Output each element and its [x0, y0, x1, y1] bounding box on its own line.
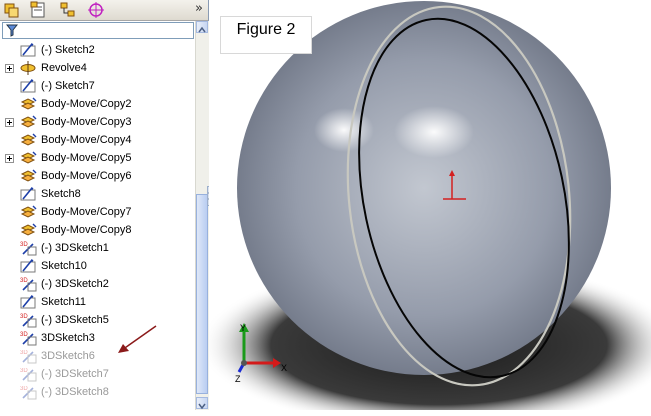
feature-tree-item[interactable]: Body-Move/Copy2 [0, 95, 196, 113]
feature-tree-item[interactable]: 3D (-) 3DSketch5 [0, 311, 196, 329]
svg-text:3D: 3D [20, 332, 28, 338]
feature-tree-item-label: (-) Sketch7 [41, 80, 95, 92]
configuration-manager-icon[interactable] [58, 1, 78, 19]
feature-tree-item-label: Sketch11 [41, 296, 87, 308]
feature-tree-item-label: (-) 3DSketch5 [41, 314, 109, 326]
tree-filter-row [0, 21, 196, 39]
feature-tree-item-label: (-) Sketch2 [41, 44, 95, 56]
sketch-icon [20, 186, 37, 202]
svg-text:3D: 3D [20, 314, 28, 320]
svg-text:3D: 3D [20, 368, 28, 374]
feature-tree-item-label: (-) 3DSketch8 [41, 386, 109, 398]
sphere-body [237, 1, 611, 375]
scroll-thumb[interactable] [196, 194, 208, 394]
svg-text:3D: 3D [20, 386, 28, 392]
feature-tree-item-label: Body-Move/Copy5 [41, 152, 132, 164]
feature-tree-item[interactable]: Body-Move/Copy4 [0, 131, 196, 149]
feature-tree-item-label: Sketch10 [41, 260, 87, 272]
feature-manager-panel: » (-) Sketch2 Revolve4 (-) Sketch7 Body-Mov… [0, 0, 209, 410]
feature-tree-item[interactable]: Body-Move/Copy6 [0, 167, 196, 185]
revolve-icon [20, 60, 37, 76]
body-move-copy-icon [20, 96, 37, 112]
property-manager-icon[interactable] [28, 1, 48, 19]
feature-tree-item[interactable]: Sketch11 [0, 293, 196, 311]
feature-tree-item[interactable]: Body-Move/Copy8 [0, 221, 196, 239]
feature-tree-item[interactable]: 3D 3DSketch3 [0, 329, 196, 347]
body-move-copy-icon [20, 222, 37, 238]
feature-tree-item[interactable]: Body-Move/Copy7 [0, 203, 196, 221]
feature-tree-item-label: Body-Move/Copy3 [41, 116, 132, 128]
sketch-icon [20, 42, 37, 58]
feature-tree-item-label: (-) 3DSketch2 [41, 278, 109, 290]
scroll-down-button[interactable] [196, 397, 208, 410]
body-move-copy-icon [20, 168, 37, 184]
svg-text:3D: 3D [20, 350, 28, 356]
chevron-up-icon [198, 26, 206, 33]
body-move-copy-icon [20, 132, 37, 148]
body-move-copy-icon [20, 114, 37, 130]
funnel-icon [6, 24, 18, 37]
sketch-icon [20, 294, 37, 310]
svg-text:3D: 3D [20, 278, 28, 284]
feature-tree-item-label: Body-Move/Copy8 [41, 224, 132, 236]
feature-tree-item[interactable]: Revolve4 [0, 59, 196, 77]
feature-tree-item-label: Revolve4 [41, 62, 87, 74]
graphics-viewport[interactable]: Y X Z Figure 2 [209, 0, 651, 410]
3d-sketch-icon: 3D [20, 348, 37, 364]
feature-tree-item-label: Sketch8 [41, 188, 81, 200]
feature-tree-item[interactable]: (-) Sketch2 [0, 41, 196, 59]
feature-tree-item-label: Body-Move/Copy7 [41, 206, 132, 218]
tree-filter-box[interactable] [2, 22, 194, 39]
sphere-highlight [394, 106, 474, 158]
feature-tree-item[interactable]: (-) Sketch7 [0, 77, 196, 95]
sketch-icon [20, 258, 37, 274]
feature-tree-item-label: (-) 3DSketch1 [41, 242, 109, 254]
sphere-highlight [314, 108, 374, 152]
svg-text:3D: 3D [20, 242, 28, 248]
tree-scrollbar[interactable] [195, 21, 209, 410]
feature-tree-icon[interactable] [2, 1, 22, 19]
3d-sketch-icon: 3D [20, 276, 37, 292]
feature-tree-item[interactable]: Body-Move/Copy5 [0, 149, 196, 167]
sketch-icon [20, 78, 37, 94]
feature-tree-item-label: Body-Move/Copy6 [41, 170, 132, 182]
feature-tree-item-label: Body-Move/Copy2 [41, 98, 132, 110]
feature-tree: (-) Sketch2 Revolve4 (-) Sketch7 Body-Move/… [0, 41, 196, 410]
manager-tab-bar: » [0, 0, 208, 21]
feature-tree-item[interactable]: 3D (-) 3DSketch2 [0, 275, 196, 293]
scroll-up-button[interactable] [196, 21, 208, 33]
expand-toggle-icon[interactable] [5, 118, 14, 127]
3d-sketch-icon: 3D [20, 330, 37, 346]
body-move-copy-icon [20, 204, 37, 220]
expand-toggle-icon[interactable] [5, 64, 14, 73]
feature-tree-item[interactable]: Body-Move/Copy3 [0, 113, 196, 131]
3d-sketch-icon: 3D [20, 240, 37, 256]
feature-tree-item-label: (-) 3DSketch7 [41, 368, 109, 380]
3d-sketch-icon: 3D [20, 366, 37, 382]
feature-tree-item[interactable]: 3D (-) 3DSketch8 [0, 383, 196, 401]
x-axis-label: X [281, 363, 287, 373]
feature-tree-item-label: Body-Move/Copy4 [41, 134, 132, 146]
3d-sketch-icon: 3D [20, 312, 37, 328]
3d-sketch-icon: 3D [20, 384, 37, 400]
feature-tree-item[interactable]: Sketch10 [0, 257, 196, 275]
sphere-model-view[interactable]: Y X Z [209, 0, 651, 410]
feature-tree-item-label: 3DSketch6 [41, 350, 95, 362]
feature-tree-item-label: 3DSketch3 [41, 332, 95, 344]
feature-tree-item[interactable]: 3D (-) 3DSketch1 [0, 239, 196, 257]
feature-tree-item[interactable]: 3D 3DSketch6 [0, 347, 196, 365]
figure-label: Figure 2 [220, 16, 312, 54]
body-move-copy-icon [20, 150, 37, 166]
expand-toggle-icon[interactable] [5, 154, 14, 163]
feature-tree-item[interactable]: 3D (-) 3DSketch7 [0, 365, 196, 383]
y-axis-label: Y [240, 323, 246, 333]
z-axis-label: Z [235, 374, 241, 384]
feature-tree-item[interactable]: Sketch8 [0, 185, 196, 203]
more-tabs-button[interactable]: » [195, 1, 203, 16]
annotation-arrow-icon [118, 325, 157, 353]
target-icon[interactable] [86, 1, 106, 19]
